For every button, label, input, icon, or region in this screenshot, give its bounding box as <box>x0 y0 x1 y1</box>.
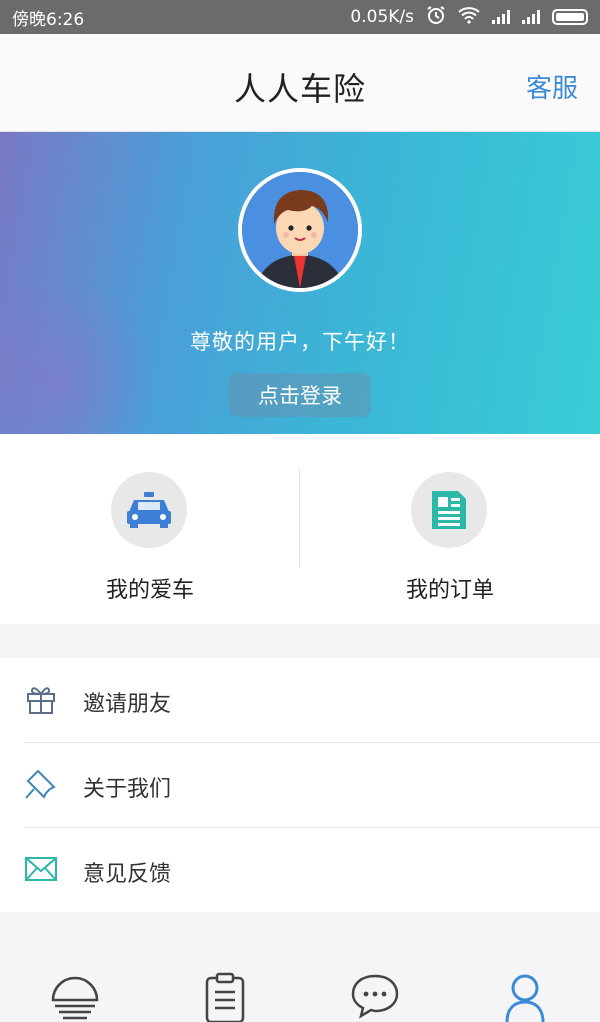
tab-messages[interactable] <box>300 960 450 1022</box>
menu-item-label: 邀请朋友 <box>83 692 172 717</box>
car-icon <box>127 492 171 528</box>
status-time: 傍晚6:26 <box>12 9 85 30</box>
net-speed: 0.05K/s <box>350 7 414 27</box>
quick-divider <box>299 468 300 568</box>
tab-profile[interactable] <box>450 960 600 1022</box>
mail-icon <box>24 852 58 886</box>
tab-policies[interactable] <box>150 960 300 1022</box>
menu-item-about-us[interactable]: 关于我们 <box>0 743 600 828</box>
clipboard-icon <box>205 972 245 1022</box>
pin-icon <box>24 767 58 801</box>
my-car-icon-circle <box>111 472 187 548</box>
menu-item-label: 关于我们 <box>83 777 172 802</box>
user-icon <box>505 974 545 1022</box>
signal-icon <box>522 10 540 24</box>
page-title: 人人车险 <box>233 70 366 108</box>
my-orders-entry[interactable]: 我的订单 <box>300 434 600 624</box>
greeting-text: 尊敬的用户，下午好！ <box>190 330 410 354</box>
alarm-icon <box>426 5 446 30</box>
wifi-icon <box>458 6 480 29</box>
battery-icon <box>552 9 588 25</box>
bottom-nav <box>0 960 600 1022</box>
title-bar: 人人车险 客服 <box>0 34 600 132</box>
my-car-entry[interactable]: 我的爱车 <box>0 434 300 624</box>
customer-service-button[interactable]: 客服 <box>526 68 578 105</box>
my-car-label: 我的爱车 <box>105 578 194 603</box>
status-bar: 傍晚6:26 0.05K/s <box>0 0 600 34</box>
login-button[interactable]: 点击登录 <box>229 373 371 417</box>
insurance-icon <box>51 976 99 1020</box>
profile-banner: 尊敬的用户，下午好！ 点击登录 <box>0 132 600 434</box>
my-orders-label: 我的订单 <box>405 578 494 603</box>
menu-item-label: 意见反馈 <box>83 862 172 887</box>
menu-item-feedback[interactable]: 意见反馈 <box>0 828 600 913</box>
menu-item-invite-friends[interactable]: 邀请朋友 <box>0 658 600 743</box>
tab-insurance[interactable] <box>0 960 150 1022</box>
gift-icon <box>24 682 58 716</box>
avatar[interactable] <box>238 168 362 292</box>
quick-entries: 我的爱车 我的订单 <box>0 434 600 624</box>
user-avatar-icon <box>242 172 358 288</box>
chat-icon <box>351 974 399 1019</box>
signal-icon <box>492 10 510 24</box>
status-right: 0.05K/s <box>350 5 588 30</box>
document-icon <box>432 491 466 529</box>
my-orders-icon-circle <box>411 472 487 548</box>
menu-list: 邀请朋友 关于我们 意见反馈 <box>0 658 600 912</box>
